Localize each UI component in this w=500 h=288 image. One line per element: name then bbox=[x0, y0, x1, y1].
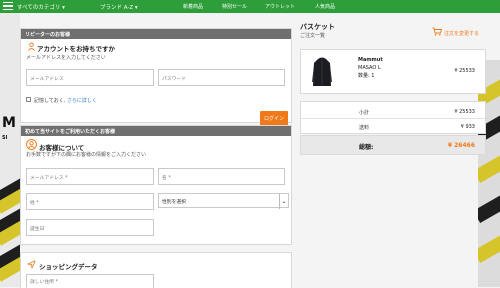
basket-item-card: Mammut MASAO L 数量: 1 ¥ 25533 bbox=[300, 49, 486, 94]
new-customer-panel: 初めて当サイトをご利用いただくお客様 お客様について お手数ですが下の欄にお客様… bbox=[20, 125, 292, 245]
login-button[interactable]: ログイン bbox=[260, 111, 288, 126]
nav-link-new[interactable]: 新着商品 bbox=[183, 3, 203, 10]
basket-subtitle: ご注文一覧 bbox=[300, 33, 326, 39]
shipping-label: 送料 bbox=[359, 125, 370, 131]
nav-link-sale[interactable]: 特別セール bbox=[222, 3, 247, 10]
remember-checkbox[interactable] bbox=[26, 97, 31, 102]
new-customer-subtitle: お手数ですが下の欄にお客様の情報をご入力ください bbox=[26, 152, 147, 158]
shopping-title: ショッピングデータ bbox=[39, 263, 98, 271]
background-letter: M bbox=[2, 115, 16, 131]
returning-header: リピーターのお客様 bbox=[21, 29, 291, 39]
basket-total: 総額: ¥ 26466 bbox=[300, 135, 486, 155]
top-nav: すべてのカテゴリ ▾ ブランド A-Z ▾ 新着商品 特別セール アウトレット … bbox=[0, 0, 500, 13]
login-email-field[interactable]: メールアドレス bbox=[26, 69, 154, 86]
remember-text: 記憶しておく, bbox=[34, 98, 66, 104]
firstname-field[interactable]: 名 * bbox=[158, 168, 285, 185]
nav-link-outlet[interactable]: アウトレット bbox=[265, 3, 295, 10]
product-name: MASAO L bbox=[358, 65, 381, 71]
menu-icon[interactable] bbox=[3, 2, 13, 11]
product-price: ¥ 25533 bbox=[454, 68, 475, 74]
nav-link-popular[interactable]: 人気商品 bbox=[315, 3, 335, 10]
returning-subtitle: メールアドレスを入力してください bbox=[26, 55, 106, 61]
basket-summary: 小計 ¥ 25533 送料 ¥ 933 bbox=[300, 101, 486, 134]
edit-order-link[interactable]: 注文を変更する bbox=[444, 30, 479, 37]
total-label: 総額: bbox=[359, 144, 374, 151]
location-arrow-icon bbox=[27, 260, 36, 269]
basket-title: バスケット bbox=[300, 23, 335, 31]
product-quantity: 数量: 1 bbox=[358, 73, 375, 79]
background-banner-right bbox=[478, 60, 500, 287]
product-brand: Mammut bbox=[358, 57, 383, 63]
product-image[interactable] bbox=[311, 56, 333, 88]
chevron-down-icon: ⌄ bbox=[279, 194, 288, 209]
returning-customer-panel: リピーターのお客様 アカウントをお持ちですか メールアドレスを入力してください … bbox=[20, 28, 292, 126]
lastname-field[interactable]: 姓 * bbox=[26, 193, 154, 210]
shopping-data-panel: ショッピングデータ 詳しい住所 * bbox=[20, 252, 292, 288]
birthday-field[interactable]: 誕生日 bbox=[26, 219, 154, 236]
gender-select-value: 性別を選択 bbox=[162, 200, 186, 205]
remember-label: 記憶しておく, さらに詳しく bbox=[34, 97, 97, 104]
nav-brands[interactable]: ブランド A-Z ▾ bbox=[100, 3, 138, 11]
login-password-field[interactable]: パスワード bbox=[158, 69, 285, 86]
gender-select[interactable]: 性別を選択 ⌄ bbox=[158, 193, 289, 209]
subtotal-value: ¥ 25533 bbox=[454, 109, 475, 115]
nav-categories[interactable]: すべてのカテゴリ ▾ bbox=[17, 3, 65, 11]
background-banner-left: M Sl bbox=[0, 13, 20, 287]
shipping-value: ¥ 933 bbox=[460, 124, 475, 130]
new-customer-header: 初めて当サイトをご利用いただくお客様 bbox=[21, 126, 291, 136]
subtotal-label: 小計 bbox=[359, 110, 370, 116]
cart-icon[interactable] bbox=[432, 27, 442, 36]
total-value: ¥ 26466 bbox=[447, 142, 475, 149]
returning-title: アカウントをお持ちですか bbox=[37, 45, 115, 53]
learn-more-link[interactable]: さらに詳しく bbox=[67, 98, 97, 104]
register-email-field[interactable]: メールアドレス * bbox=[26, 168, 154, 185]
background-small-letter: Sl bbox=[2, 135, 8, 141]
user-icon bbox=[27, 42, 36, 51]
user-circle-icon bbox=[26, 139, 37, 150]
address-field[interactable]: 詳しい住所 * bbox=[26, 274, 154, 288]
